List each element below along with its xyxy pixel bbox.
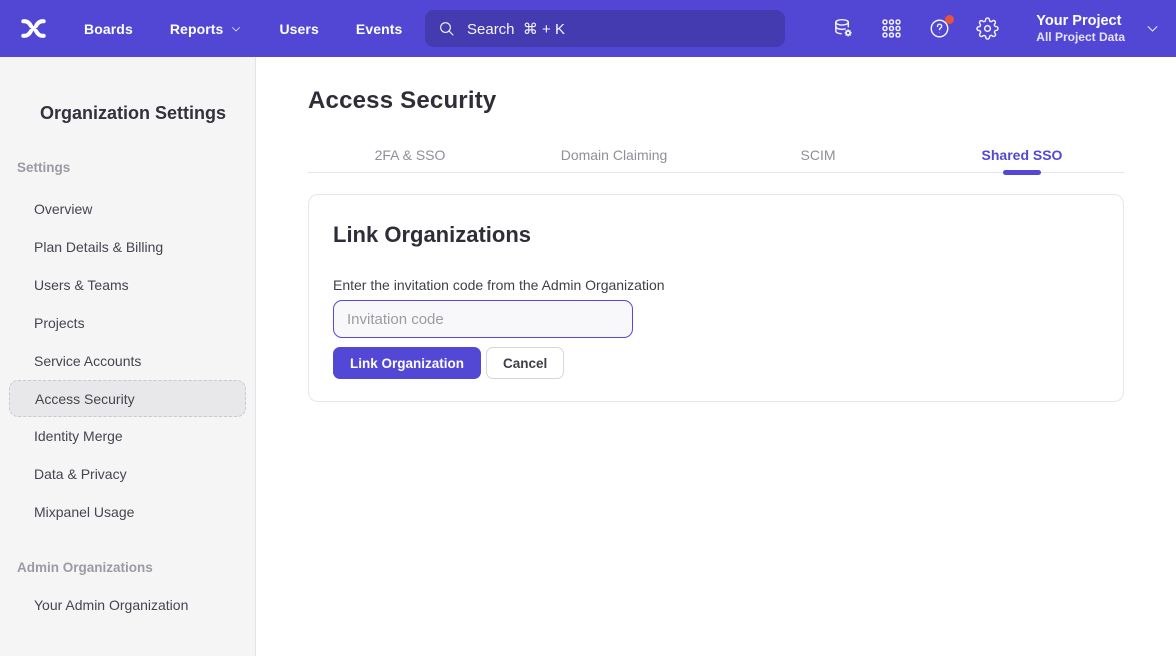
mixpanel-logo[interactable]: [18, 13, 49, 44]
sidebar-item-mixpanel-usage[interactable]: Mixpanel Usage: [0, 493, 255, 531]
section-header-settings: Settings: [17, 159, 255, 176]
primary-nav: Boards Reports Users Events: [84, 21, 439, 37]
nav-reports[interactable]: Reports: [170, 21, 243, 37]
sidebar-item-plan-details-billing[interactable]: Plan Details & Billing: [0, 228, 255, 266]
main-content: Access Security 2FA & SSO Domain Claimin…: [256, 57, 1176, 656]
nav-events[interactable]: Events: [356, 21, 403, 37]
card-actions: Link Organization Cancel: [333, 347, 1099, 379]
sidebar-item-users-teams[interactable]: Users & Teams: [0, 266, 255, 304]
sidebar-item-access-security[interactable]: Access Security: [9, 380, 246, 417]
tab-shared-sso[interactable]: Shared SSO: [920, 140, 1124, 172]
nav-boards[interactable]: Boards: [84, 21, 133, 37]
sidebar-item-overview[interactable]: Overview: [0, 190, 255, 228]
tab-bar: 2FA & SSO Domain Claiming SCIM Shared SS…: [308, 140, 1124, 173]
sidebar-item-your-admin-organization[interactable]: Your Admin Organization: [0, 586, 255, 624]
tab-domain-claiming[interactable]: Domain Claiming: [512, 140, 716, 172]
page-title: Access Security: [308, 87, 1124, 115]
search-placeholder: Search ⌘ + K: [467, 20, 565, 38]
sidebar-title: Organization Settings: [0, 57, 255, 125]
cancel-button[interactable]: Cancel: [486, 347, 564, 379]
mixpanel-logo-icon: [18, 13, 49, 44]
settings-gear-icon[interactable]: [976, 17, 999, 40]
top-navbar: Boards Reports Users Events Search ⌘ + K: [0, 0, 1176, 57]
org-settings-sidebar: Organization Settings Settings Overview …: [0, 57, 256, 656]
apps-grid-icon[interactable]: [880, 17, 903, 40]
data-management-icon[interactable]: [832, 17, 855, 40]
sidebar-item-identity-merge[interactable]: Identity Merge: [0, 417, 255, 455]
invitation-code-input[interactable]: [333, 300, 633, 338]
project-selector[interactable]: Your Project All Project Data: [1036, 12, 1160, 45]
search-icon: [438, 20, 456, 38]
nav-users[interactable]: Users: [279, 21, 318, 37]
sidebar-item-service-accounts[interactable]: Service Accounts: [0, 342, 255, 380]
tab-2fa-sso[interactable]: 2FA & SSO: [308, 140, 512, 172]
sidebar-item-projects[interactable]: Projects: [0, 304, 255, 342]
card-title: Link Organizations: [333, 222, 1099, 248]
navbar-right-cluster: Your Project All Project Data: [832, 0, 1160, 57]
chevron-down-icon: [230, 23, 242, 35]
tab-scim[interactable]: SCIM: [716, 140, 920, 172]
notification-dot: [945, 15, 954, 24]
nav-reports-label: Reports: [170, 21, 224, 37]
invitation-code-instructions: Enter the invitation code from the Admin…: [333, 277, 1099, 294]
search-input[interactable]: Search ⌘ + K: [425, 10, 785, 47]
link-organization-button[interactable]: Link Organization: [333, 347, 481, 379]
help-icon[interactable]: [928, 17, 951, 40]
project-name: Your Project: [1036, 12, 1125, 30]
section-header-admin-organizations: Admin Organizations: [17, 559, 255, 576]
sidebar-item-data-privacy[interactable]: Data & Privacy: [0, 455, 255, 493]
project-subtitle: All Project Data: [1036, 30, 1125, 45]
admin-orgs-nav-list: Your Admin Organization: [0, 586, 255, 624]
settings-nav-list: Overview Plan Details & Billing Users & …: [0, 190, 255, 531]
chevron-down-icon: [1145, 21, 1160, 36]
link-organizations-card: Link Organizations Enter the invitation …: [308, 194, 1124, 402]
